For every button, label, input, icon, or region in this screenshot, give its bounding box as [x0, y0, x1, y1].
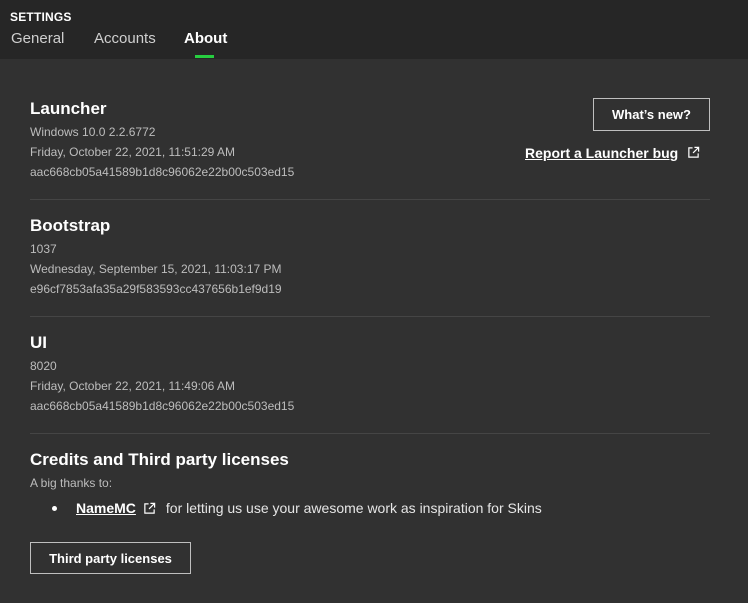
external-link-icon	[144, 502, 156, 514]
whats-new-button[interactable]: What’s new?	[593, 98, 710, 131]
active-tab-indicator	[195, 55, 214, 58]
namemc-link[interactable]: NameMC	[76, 500, 136, 516]
divider	[30, 316, 710, 317]
credits-section: Credits and Third party licenses	[30, 449, 710, 471]
tab-accounts[interactable]: Accounts	[94, 30, 156, 47]
divider	[30, 199, 710, 200]
tab-about[interactable]: About	[184, 30, 227, 47]
divider	[30, 433, 710, 434]
bullet-icon	[52, 505, 57, 511]
bootstrap-hash: e96cf7853afa35a29f583593cc437656b1ef9d19	[30, 282, 282, 296]
report-bug-label[interactable]: Report a Launcher bug	[525, 145, 678, 161]
bootstrap-title: Bootstrap	[30, 216, 111, 235]
tab-general[interactable]: General	[11, 30, 64, 47]
list-item: NameMC for letting us use your awesome w…	[52, 498, 542, 518]
settings-title: SETTINGS	[10, 10, 72, 24]
launcher-hash: aac668cb05a41589b1d8c96062e22b00c503ed15	[30, 165, 295, 179]
credit-text: for letting us use your awesome work as …	[165, 500, 542, 516]
credits-subtitle: A big thanks to:	[30, 476, 113, 490]
ui-section: UI 8020 Friday, October 22, 2021, 11:49:…	[30, 332, 710, 416]
report-bug-link[interactable]: Report a Launcher bug	[525, 145, 700, 161]
ui-date: Friday, October 22, 2021, 11:49:06 AM	[30, 379, 236, 393]
bootstrap-version: 1037	[30, 242, 57, 256]
settings-header: SETTINGS General Accounts About	[0, 0, 748, 59]
external-link-icon	[688, 146, 700, 158]
third-party-licenses-button[interactable]: Third party licenses	[30, 542, 191, 574]
ui-version: 8020	[30, 359, 57, 373]
bootstrap-section: Bootstrap 1037 Wednesday, September 15, …	[30, 215, 710, 299]
ui-title: UI	[30, 333, 47, 352]
credits-title: Credits and Third party licenses	[30, 450, 289, 469]
ui-hash: aac668cb05a41589b1d8c96062e22b00c503ed15	[30, 399, 295, 413]
bootstrap-date: Wednesday, September 15, 2021, 11:03:17 …	[30, 262, 282, 276]
